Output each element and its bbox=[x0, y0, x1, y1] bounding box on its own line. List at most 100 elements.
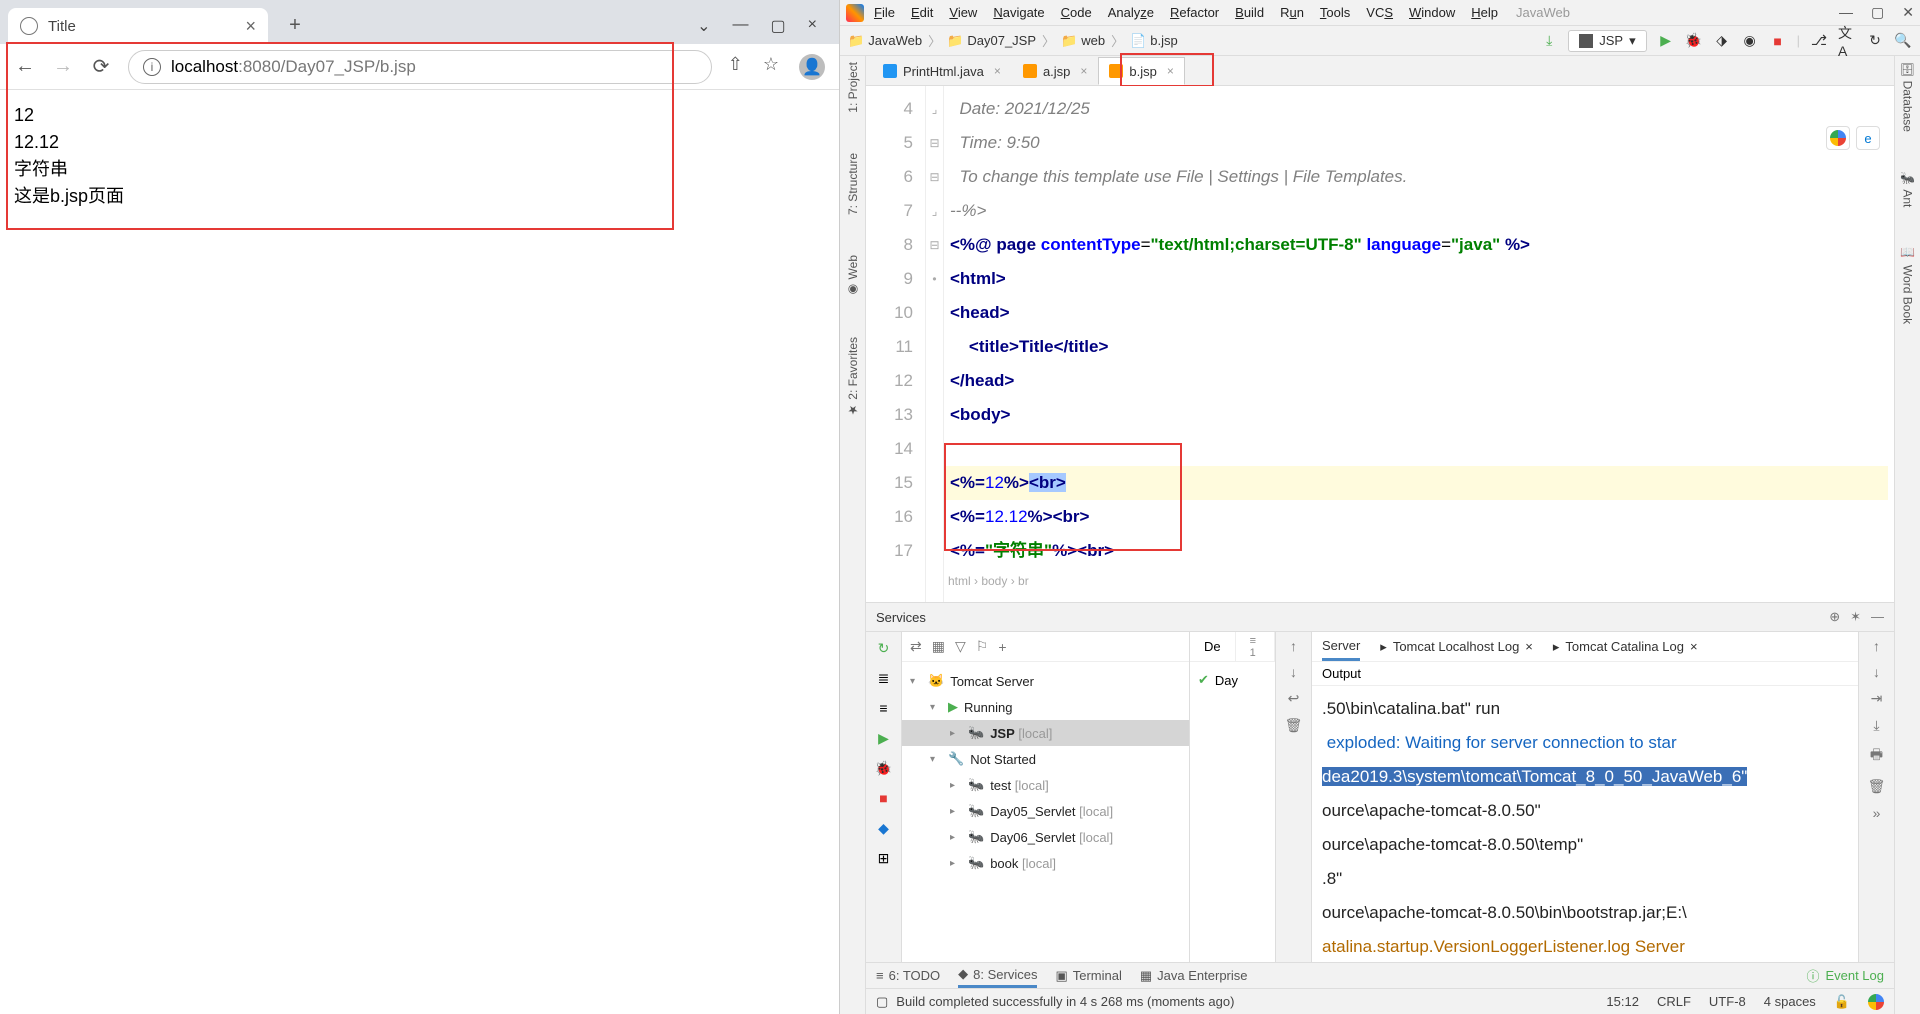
run-icon[interactable]: ▶ bbox=[874, 728, 894, 748]
google-icon[interactable] bbox=[1868, 994, 1884, 1010]
chevron-down-icon[interactable]: ⌄ bbox=[697, 16, 710, 36]
breadcrumb-item[interactable]: 📁 JavaWeb bbox=[848, 33, 922, 49]
readonly-icon[interactable]: 🔓 bbox=[1834, 994, 1850, 1010]
project-tool-button[interactable]: 1: Project bbox=[846, 62, 860, 113]
translate-icon[interactable]: 文A bbox=[1838, 32, 1856, 50]
breadcrumb-item[interactable]: 📁 web bbox=[1061, 33, 1105, 49]
tree-node[interactable]: ▾▶ Running bbox=[902, 694, 1189, 720]
structure-tool-button[interactable]: 7: Structure bbox=[846, 153, 860, 215]
console-tab-localhost[interactable]: ▸ Tomcat Localhost Log × bbox=[1380, 639, 1533, 655]
up-icon[interactable]: ↑ bbox=[1290, 638, 1297, 654]
maximize-icon[interactable]: ▢ bbox=[771, 16, 786, 36]
scroll-end-icon[interactable]: ⤓ bbox=[1873, 717, 1879, 734]
down-icon[interactable]: ↓ bbox=[1290, 664, 1297, 680]
close-window-icon[interactable]: × bbox=[808, 16, 817, 36]
editor-tab[interactable]: a.jsp× bbox=[1012, 57, 1098, 85]
expand-icon[interactable]: ⊕ bbox=[1829, 609, 1840, 625]
edge-icon[interactable]: e bbox=[1856, 126, 1880, 150]
new-tab-button[interactable]: + bbox=[278, 8, 312, 42]
menu-view[interactable]: View bbox=[943, 3, 983, 22]
editor-tab[interactable]: b.jsp× bbox=[1098, 57, 1184, 85]
search-everywhere-icon[interactable]: 🔍 bbox=[1894, 32, 1912, 50]
console-tab-server[interactable]: Server bbox=[1322, 632, 1360, 661]
tree-node-selected[interactable]: ▸🐜 JSP [local] bbox=[902, 720, 1189, 746]
clear-icon[interactable]: 🗑 bbox=[1285, 717, 1303, 734]
coverage-button[interactable]: ⬗ bbox=[1713, 32, 1731, 50]
menu-refactor[interactable]: Refactor bbox=[1164, 3, 1225, 22]
close-icon[interactable]: × bbox=[994, 64, 1001, 78]
address-bar[interactable]: i localhost:8080/Day07_JSP/b.jsp bbox=[128, 50, 712, 84]
menu-vcs[interactable]: VCS bbox=[1360, 3, 1399, 22]
show-icon[interactable]: ⇄ bbox=[910, 638, 922, 655]
debug-button[interactable]: 🐞 bbox=[1685, 32, 1703, 50]
build-icon[interactable]: ⤓ bbox=[1540, 32, 1558, 50]
profile-button[interactable]: ◉ bbox=[1741, 32, 1759, 50]
scroll-down-icon[interactable]: ↓ bbox=[1873, 664, 1880, 680]
code-editor[interactable]: e 4567891011121314151617 ⌟ ⊟⊟ ⌟⊟• Date: … bbox=[866, 86, 1894, 602]
breadcrumb-item[interactable]: 📄 b.jsp bbox=[1130, 33, 1178, 49]
layout-icon[interactable]: ▦ bbox=[932, 638, 945, 655]
tool-windows-icon[interactable]: ▢ bbox=[876, 994, 888, 1010]
filter-icon[interactable]: ▽ bbox=[955, 638, 966, 655]
ant-tool-button[interactable]: 🐜 Ant bbox=[1901, 172, 1915, 207]
soft-wrap-icon[interactable]: ⇥ bbox=[1871, 690, 1883, 707]
services-tool-button[interactable]: ◆ 8: Services bbox=[958, 963, 1037, 988]
tree-node[interactable]: ▸🐜 Day05_Servlet [local] bbox=[902, 798, 1189, 824]
database-tool-button[interactable]: 🗄 Database bbox=[1901, 62, 1915, 132]
code-breadcrumb[interactable]: html › body › br bbox=[948, 564, 1029, 598]
menu-file[interactable]: File bbox=[868, 3, 901, 22]
console-output[interactable]: .50\bin\catalina.bat" run exploded: Wait… bbox=[1312, 686, 1858, 962]
bookmark-icon[interactable]: ☆ bbox=[763, 54, 779, 80]
favorites-tool-button[interactable]: ★ 2: Favorites bbox=[846, 337, 860, 417]
debug-icon[interactable]: 🐞 bbox=[874, 758, 894, 778]
stop-button[interactable]: ■ bbox=[1769, 32, 1787, 50]
site-info-icon[interactable]: i bbox=[143, 58, 161, 76]
close-icon[interactable]: × bbox=[1167, 64, 1174, 78]
tree-node[interactable]: ▸🐜 Day06_Servlet [local] bbox=[902, 824, 1189, 850]
console-tab-catalina[interactable]: ▸ Tomcat Catalina Log × bbox=[1553, 639, 1698, 655]
pin-icon[interactable]: ⚐ bbox=[976, 638, 989, 655]
run-config-selector[interactable]: JSP ▾ bbox=[1568, 30, 1646, 52]
print-icon[interactable]: 🖶 bbox=[1870, 744, 1883, 768]
menu-help[interactable]: Help bbox=[1465, 3, 1504, 22]
help-icon[interactable]: » bbox=[1873, 805, 1881, 821]
menu-window[interactable]: Window bbox=[1403, 3, 1461, 22]
expand-all-icon[interactable]: ≣ bbox=[874, 668, 894, 688]
java-ee-tool-button[interactable]: ▦ Java Enterprise bbox=[1140, 968, 1248, 984]
deploy-tab[interactable]: De bbox=[1190, 632, 1236, 661]
menu-tools[interactable]: Tools bbox=[1314, 3, 1356, 22]
tree-node[interactable]: ▸🐜 book [local] bbox=[902, 850, 1189, 876]
menu-navigate[interactable]: Navigate bbox=[987, 3, 1050, 22]
menu-run[interactable]: Run bbox=[1274, 3, 1310, 22]
scroll-up-icon[interactable]: ↑ bbox=[1873, 638, 1880, 654]
line-separator[interactable]: CRLF bbox=[1657, 994, 1691, 1009]
close-icon[interactable]: × bbox=[1080, 64, 1087, 78]
menu-analyze[interactable]: Analyze bbox=[1102, 3, 1160, 22]
web-tool-button[interactable]: ◉ Web bbox=[846, 255, 860, 297]
chrome-icon[interactable] bbox=[1826, 126, 1850, 150]
rerun-icon[interactable]: ↻ bbox=[874, 638, 894, 658]
close-icon[interactable]: ✕ bbox=[1902, 4, 1914, 21]
stop-icon[interactable]: ■ bbox=[874, 788, 894, 808]
minimize-icon[interactable]: — bbox=[1839, 4, 1853, 21]
todo-tool-button[interactable]: ≡ 6: TODO bbox=[876, 968, 940, 983]
reload-button[interactable]: ⟳ bbox=[90, 54, 112, 79]
updates-icon[interactable]: ↻ bbox=[1866, 32, 1884, 50]
tree-node[interactable]: ▾🔧 Not Started bbox=[902, 746, 1189, 772]
menu-edit[interactable]: Edit bbox=[905, 3, 939, 22]
wrap-icon[interactable]: ↩ bbox=[1288, 690, 1300, 707]
settings-icon[interactable]: ✶ bbox=[1850, 609, 1861, 625]
menu-code[interactable]: Code bbox=[1055, 3, 1098, 22]
add-icon[interactable]: + bbox=[998, 639, 1006, 655]
share-icon[interactable]: ⇧ bbox=[728, 54, 743, 80]
group-icon[interactable]: ⊞ bbox=[874, 848, 894, 868]
hide-icon[interactable]: — bbox=[1871, 609, 1884, 625]
collapse-all-icon[interactable]: ≡ bbox=[874, 698, 894, 718]
editor-tab[interactable]: PrintHtml.java× bbox=[872, 57, 1012, 85]
forward-button[interactable]: → bbox=[52, 55, 74, 78]
git-icon[interactable]: ⎇ bbox=[1810, 32, 1828, 50]
event-log-button[interactable]: ⓘ Event Log bbox=[1806, 966, 1884, 985]
run-button[interactable]: ▶ bbox=[1657, 32, 1675, 50]
menu-build[interactable]: Build bbox=[1229, 3, 1270, 22]
more-icon[interactable]: ◆ bbox=[874, 818, 894, 838]
